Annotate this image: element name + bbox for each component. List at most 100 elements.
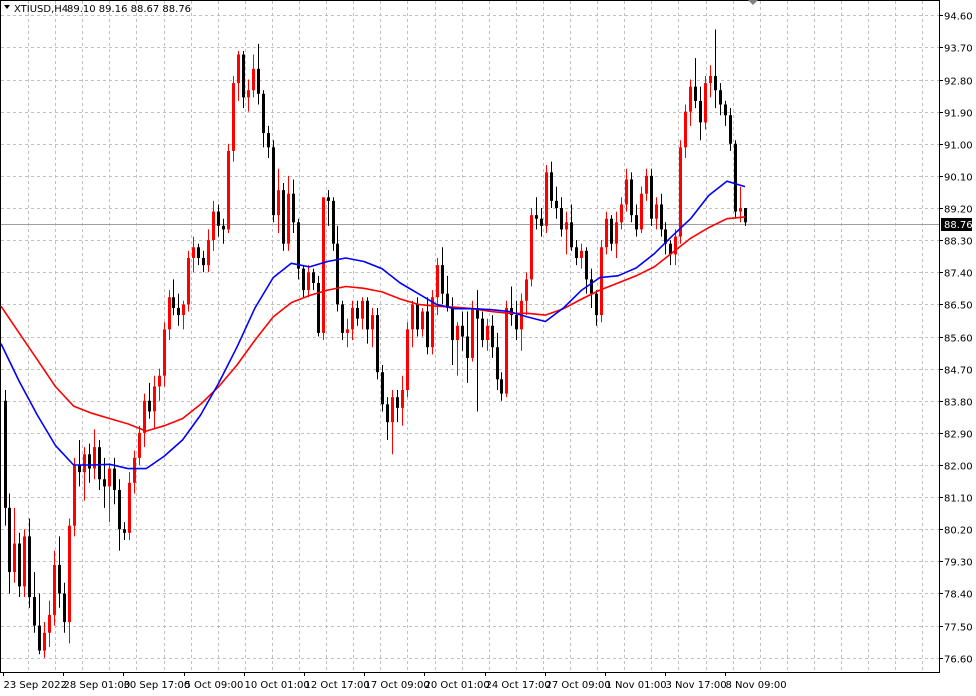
candle-bull — [605, 218, 608, 248]
candle-bear — [341, 304, 344, 333]
x-tick-label: 20 Oct 01:00 — [425, 680, 490, 691]
candle-bull — [158, 375, 161, 387]
candle-bull — [406, 329, 409, 391]
candle-bull — [307, 272, 310, 291]
time-axis[interactable]: 23 Sep 202228 Sep 01:0030 Sep 17:005 Oct… — [3, 672, 787, 691]
candle-bear — [113, 468, 116, 490]
candle-bear — [451, 307, 454, 341]
candle-bull — [108, 468, 111, 487]
candle-bull — [411, 304, 414, 330]
candle-bear — [426, 311, 429, 348]
candle-bull — [456, 325, 459, 341]
candle-bear — [118, 489, 121, 530]
y-tick-label: 86.50 — [944, 301, 973, 312]
candle-bull — [83, 454, 86, 473]
y-tick-label: 88.30 — [944, 237, 973, 248]
candle-bear — [336, 243, 339, 305]
candle-bull — [739, 208, 742, 212]
price-chart[interactable]: 94.60 93.70 92.80 91.90 91.00 90.10 89.20 88.30… — [0, 0, 976, 696]
candle-bear — [28, 536, 31, 598]
candle-bear — [416, 304, 419, 330]
y-tick-label: 85.60 — [944, 334, 973, 345]
candle-bull — [471, 307, 474, 358]
x-tick-label: 3 Nov 17:00 — [666, 680, 727, 691]
candle-bear — [177, 307, 180, 316]
candle-bull — [207, 240, 210, 266]
candle-bear — [550, 172, 553, 201]
candle-bear — [98, 447, 101, 480]
candle-bear — [242, 54, 245, 98]
candle-bull — [252, 68, 255, 91]
candle-bull — [227, 150, 230, 230]
y-tick-label: 82.90 — [944, 430, 973, 441]
candle-bull — [153, 386, 156, 412]
candle-bear — [257, 68, 260, 94]
candle-bull — [684, 111, 687, 148]
candle-bear — [197, 247, 200, 258]
candle-bear — [88, 454, 91, 469]
candle-bull — [625, 179, 628, 205]
y-tick-label: 77.50 — [944, 623, 973, 634]
candle-bull — [709, 75, 712, 84]
candle-bull — [361, 300, 364, 319]
candle-bear — [381, 372, 384, 405]
candle-bear — [78, 464, 81, 473]
candle-bear — [560, 208, 563, 230]
symbol-label: XTIUSD,H4 — [14, 4, 68, 15]
candle-bear — [376, 315, 379, 373]
candle-bear — [650, 175, 653, 219]
candle-bear — [694, 86, 697, 101]
x-tick-label: 12 Oct 17:00 — [305, 680, 370, 691]
candle-bull — [371, 315, 374, 330]
candle-bear — [123, 529, 126, 533]
candle-bull — [640, 193, 643, 230]
candle-bull — [192, 247, 195, 258]
candle-bull — [232, 83, 235, 151]
candle-bear — [441, 265, 444, 294]
candle-bull — [486, 325, 489, 341]
candle-bear — [734, 143, 737, 212]
candle-bull — [143, 400, 146, 433]
x-tick-label: 23 Sep 2022 — [4, 680, 67, 691]
candle-bull — [212, 211, 215, 241]
candle-bear — [724, 104, 727, 116]
candle-bull — [505, 307, 508, 394]
candle-bull — [346, 329, 349, 333]
candle-bull — [421, 311, 424, 330]
candle-bear — [282, 190, 285, 244]
candle-bear — [744, 208, 747, 223]
ohlc-values: 89.10 89.16 88.67 88.76 — [67, 4, 191, 15]
candle-bear — [540, 218, 543, 226]
price-axis[interactable]: 94.60 93.70 92.80 91.90 91.00 90.10 89.20 88.30… — [939, 12, 973, 666]
candle-bear — [386, 404, 389, 423]
candle-bear — [297, 222, 300, 269]
candle-bear — [172, 297, 175, 308]
candle-bull — [277, 190, 280, 216]
y-tick-label: 94.60 — [944, 12, 973, 23]
candle-bull — [163, 329, 166, 376]
candle-bear — [570, 222, 573, 248]
candle-bull — [615, 222, 618, 244]
candle-bear — [18, 543, 21, 587]
candle-bull — [322, 197, 325, 333]
candle-bull — [237, 54, 240, 84]
candle-bull — [287, 193, 290, 244]
x-tick-label: 28 Sep 01:00 — [64, 680, 131, 691]
candle-bull — [530, 215, 533, 280]
candle-bull — [68, 525, 71, 623]
x-tick-label: 8 Nov 09:00 — [726, 680, 787, 691]
candle-bull — [133, 457, 136, 483]
candle-bull — [13, 543, 16, 573]
y-tick-label: 91.00 — [944, 141, 973, 152]
candle-bear — [327, 197, 330, 201]
candle-bear — [635, 215, 638, 230]
plot-area[interactable] — [0, 0, 940, 673]
candle-bull — [525, 279, 528, 301]
candle-bull — [23, 536, 26, 587]
y-tick-label: 87.40 — [944, 269, 973, 280]
candle-bear — [719, 90, 722, 105]
candle-bear — [332, 200, 335, 244]
candle-bull — [600, 247, 603, 316]
candle-bull — [645, 175, 648, 194]
chart-header: XTIUSD,H4 89.10 89.16 88.67 88.76 — [4, 4, 191, 15]
